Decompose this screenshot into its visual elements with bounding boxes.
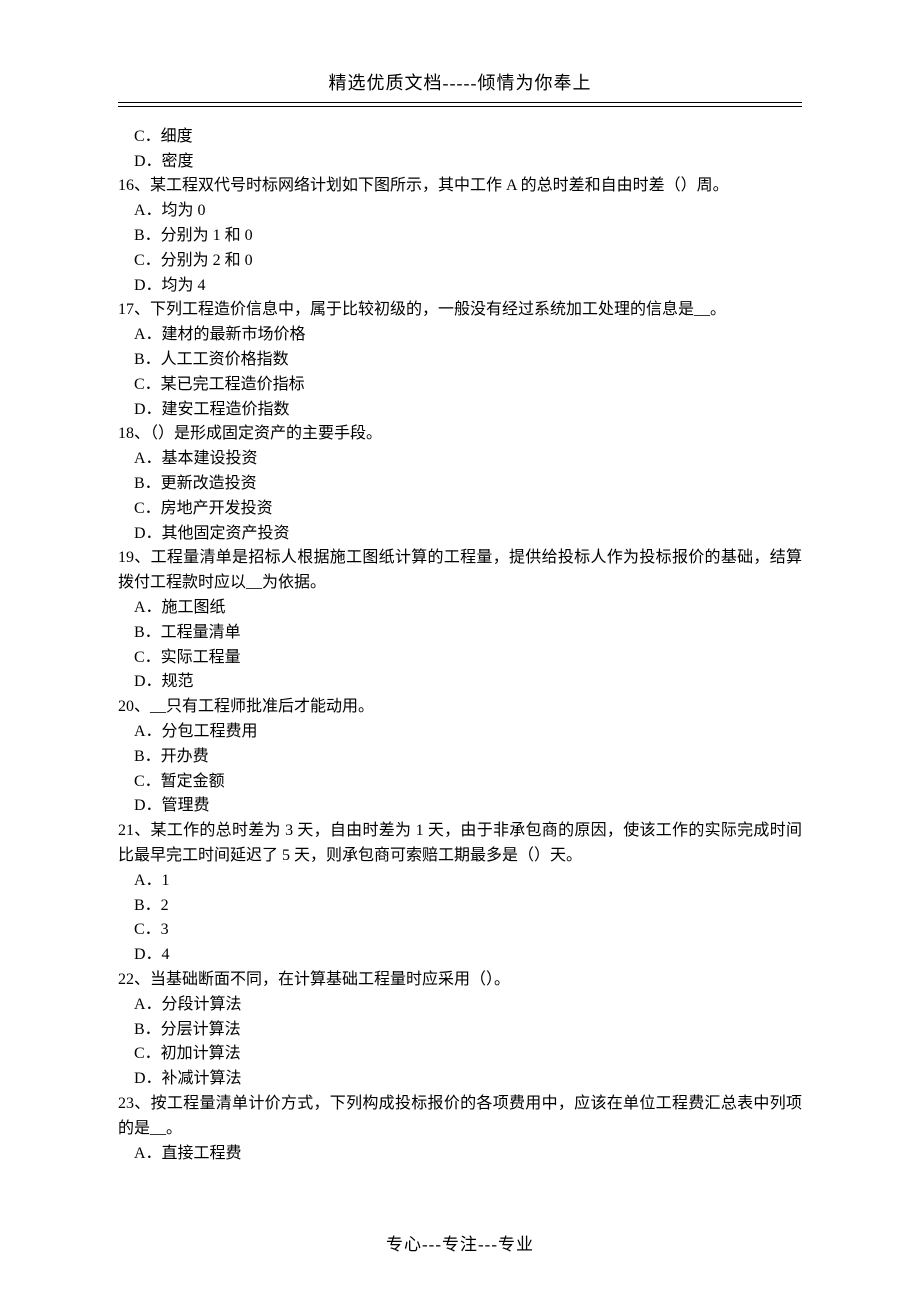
option-16-b: B．分别为 1 和 0 (118, 224, 802, 249)
option-16-a: A．均为 0 (118, 199, 802, 224)
option-19-b: B．工程量清单 (118, 621, 802, 646)
option-18-c: C．房地产开发投资 (118, 497, 802, 522)
option-19-c: C．实际工程量 (118, 646, 802, 671)
option-20-b: B．开办费 (118, 745, 802, 770)
option-21-d: D．4 (118, 943, 802, 968)
option-15-c: C．细度 (118, 125, 802, 150)
option-18-b: B．更新改造投资 (118, 472, 802, 497)
option-19-a: A．施工图纸 (118, 596, 802, 621)
question-22: 22、当基础断面不同，在计算基础工程量时应采用（）。 (118, 968, 802, 993)
header-divider (118, 102, 802, 107)
option-21-c: C．3 (118, 918, 802, 943)
question-20: 20、__只有工程师批准后才能动用。 (118, 695, 802, 720)
page-header: 精选优质文档-----倾情为你奉上 (118, 70, 802, 98)
question-19: 19、工程量清单是招标人根据施工图纸计算的工程量，提供给投标人作为投标报价的基础… (118, 546, 802, 596)
question-23: 23、按工程量清单计价方式，下列构成投标报价的各项费用中，应该在单位工程费汇总表… (118, 1092, 802, 1142)
option-17-b: B．人工工资价格指数 (118, 348, 802, 373)
option-20-a: A．分包工程费用 (118, 720, 802, 745)
option-21-b: B．2 (118, 894, 802, 919)
option-16-d: D．均为 4 (118, 274, 802, 299)
question-18: 18、（）是形成固定资产的主要手段。 (118, 422, 802, 447)
option-21-a: A．1 (118, 869, 802, 894)
question-16: 16、某工程双代号时标网络计划如下图所示，其中工作 A 的总时差和自由时差（）周… (118, 174, 802, 199)
question-17: 17、下列工程造价信息中，属于比较初级的，一般没有经过系统加工处理的信息是__。 (118, 298, 802, 323)
option-22-c: C．初加计算法 (118, 1042, 802, 1067)
option-16-c: C．分别为 2 和 0 (118, 249, 802, 274)
option-18-a: A．基本建设投资 (118, 447, 802, 472)
option-23-a: A．直接工程费 (118, 1142, 802, 1167)
question-21: 21、某工作的总时差为 3 天，自由时差为 1 天，由于非承包商的原因，使该工作… (118, 819, 802, 869)
page-footer: 专心---专注---专业 (0, 1232, 920, 1258)
option-19-d: D．规范 (118, 670, 802, 695)
option-22-a: A．分段计算法 (118, 993, 802, 1018)
option-17-d: D．建安工程造价指数 (118, 398, 802, 423)
option-15-d: D．密度 (118, 150, 802, 175)
option-22-b: B．分层计算法 (118, 1018, 802, 1043)
option-20-c: C．暂定金额 (118, 770, 802, 795)
option-20-d: D．管理费 (118, 794, 802, 819)
document-page: 精选优质文档-----倾情为你奉上 C．细度 D．密度 16、某工程双代号时标网… (0, 0, 920, 1302)
option-18-d: D．其他固定资产投资 (118, 522, 802, 547)
option-22-d: D．补减计算法 (118, 1067, 802, 1092)
option-17-a: A．建材的最新市场价格 (118, 323, 802, 348)
page-content: C．细度 D．密度 16、某工程双代号时标网络计划如下图所示，其中工作 A 的总… (118, 125, 802, 1166)
option-17-c: C．某已完工程造价指标 (118, 373, 802, 398)
